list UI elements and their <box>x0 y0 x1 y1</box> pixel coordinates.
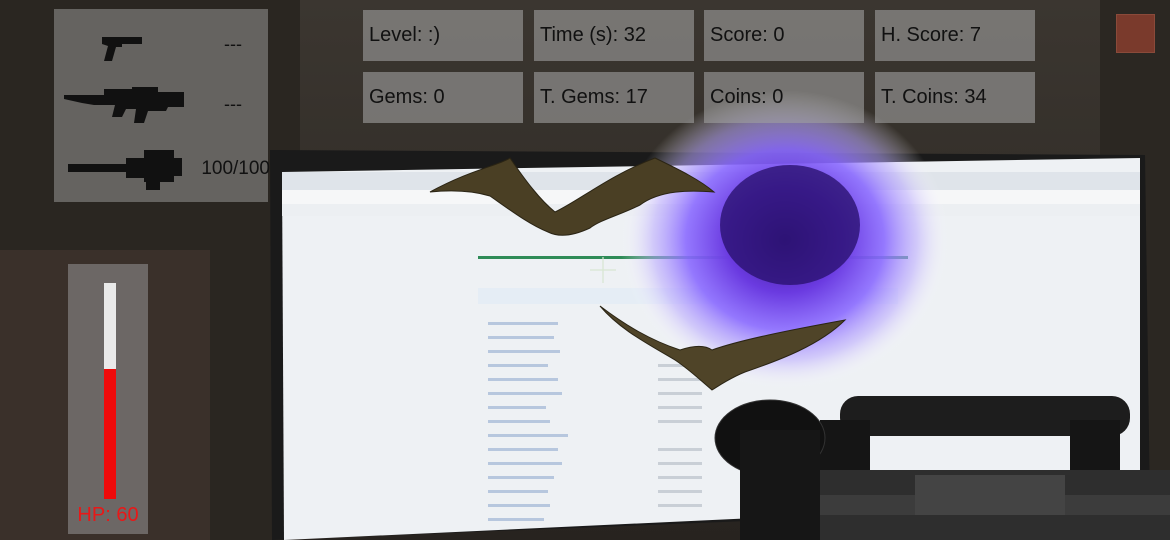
gems-label: Gems: 0 <box>363 72 523 123</box>
pause-button[interactable] <box>1116 14 1155 53</box>
total-coins-label: T. Coins: 34 <box>875 72 1035 123</box>
minigun-icon <box>68 150 182 190</box>
rifle-icon <box>64 87 184 123</box>
weapon-slot-minigun[interactable]: 100/100 <box>54 144 270 194</box>
crosshair <box>590 257 616 283</box>
pistol-icon <box>102 37 142 61</box>
high-score-label: H. Score: 7 <box>875 10 1035 61</box>
weapon-slot-rifle[interactable]: --- <box>54 79 268 129</box>
weapon-slot-pistol[interactable]: --- <box>54 19 268 69</box>
time-label: Time (s): 32 <box>534 10 694 61</box>
health-label: HP: 60 <box>77 504 139 526</box>
health-bar-track <box>104 283 116 499</box>
pistol-ammo: --- <box>224 34 242 54</box>
weapon-selector-panel: --- --- 100/100 <box>54 9 270 202</box>
rifle-ammo: --- <box>224 94 242 114</box>
health-panel: HP: 60 <box>68 264 148 534</box>
total-gems-label: T. Gems: 17 <box>534 72 694 123</box>
minigun-ammo: 100/100 <box>201 158 270 179</box>
score-label: Score: 0 <box>704 10 864 61</box>
health-bar-fill <box>104 369 116 499</box>
level-label: Level: :) <box>363 10 523 61</box>
coins-label: Coins: 0 <box>704 72 864 123</box>
